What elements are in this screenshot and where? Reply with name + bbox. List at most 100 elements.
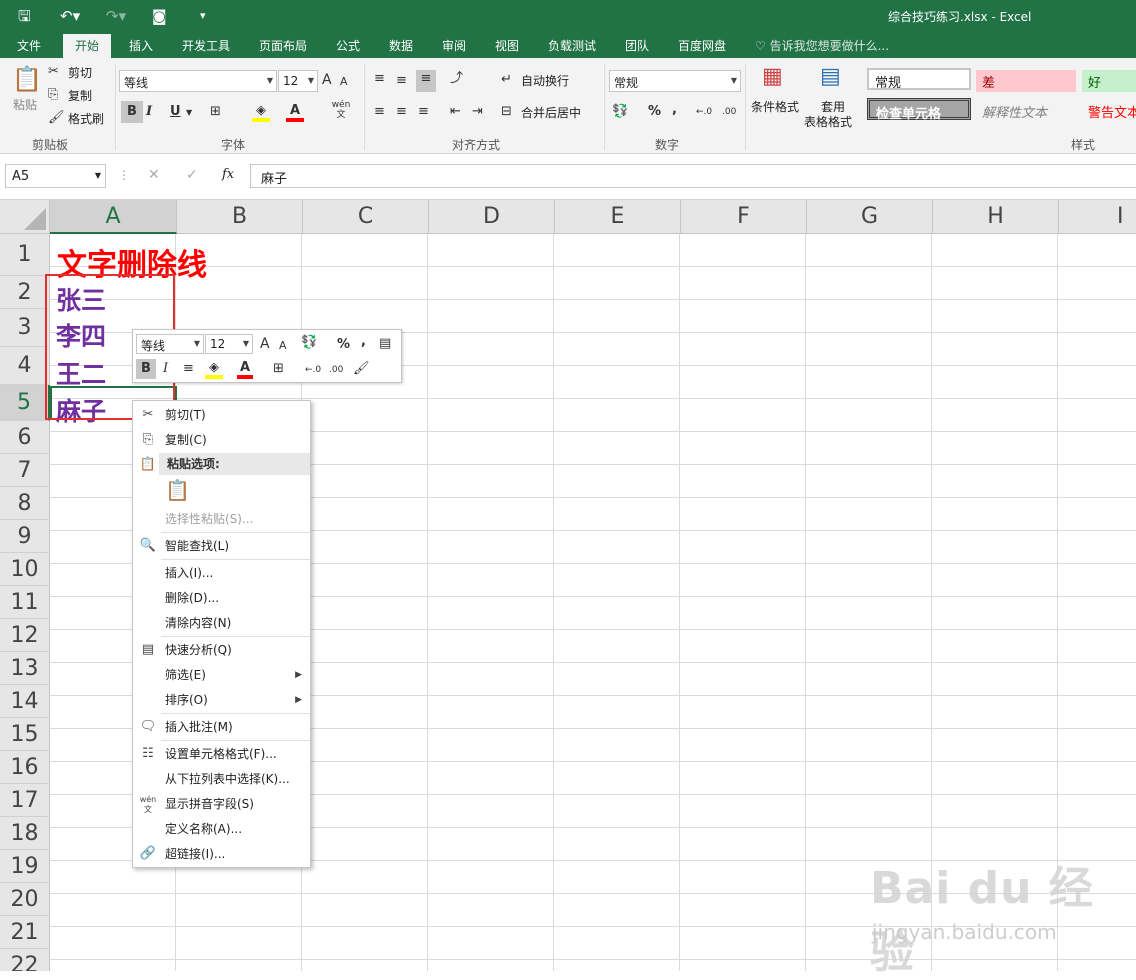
align-center-icon[interactable]: ≡ bbox=[396, 103, 407, 121]
tab-baidu-pan[interactable]: 百度网盘 bbox=[678, 37, 726, 54]
tab-formulas[interactable]: 公式 bbox=[336, 37, 360, 54]
customize-qat-icon[interactable]: ▾ bbox=[200, 6, 206, 26]
style-good[interactable]: 好 bbox=[1082, 70, 1136, 92]
underline-button[interactable]: U bbox=[170, 103, 181, 121]
menu-item-define-name[interactable]: 定义名称(A)... bbox=[133, 817, 310, 841]
style-explanatory[interactable]: 解释性文本 bbox=[976, 100, 1076, 122]
row-header-6[interactable]: 6 bbox=[0, 421, 50, 454]
tab-home[interactable]: 开始 bbox=[63, 34, 112, 58]
row-header-10[interactable]: 10 bbox=[0, 553, 50, 586]
row-header-13[interactable]: 13 bbox=[0, 652, 50, 685]
style-normal[interactable]: 常规 bbox=[867, 68, 971, 91]
style-check-cell[interactable]: 检查单元格 bbox=[867, 98, 971, 122]
row-header-15[interactable]: 15 bbox=[0, 718, 50, 751]
menu-item-delete[interactable]: 删除(D)... bbox=[133, 586, 310, 610]
comma-button[interactable]: , bbox=[672, 101, 677, 119]
column-header-b[interactable]: B bbox=[177, 200, 303, 234]
row-header-8[interactable]: 8 bbox=[0, 487, 50, 520]
name-box[interactable]: A5 ▼ bbox=[5, 164, 106, 188]
bold-button[interactable]: B bbox=[121, 101, 143, 123]
decrease-indent-icon[interactable]: ⇤ bbox=[450, 103, 461, 121]
column-header-d[interactable]: D bbox=[429, 200, 555, 234]
number-format-combo[interactable]: 常规 ▼ bbox=[609, 70, 741, 92]
row-header-1[interactable]: 1 bbox=[0, 234, 50, 276]
row-header-18[interactable]: 18 bbox=[0, 817, 50, 850]
menu-item-phonetic[interactable]: wén 文显示拼音字段(S) bbox=[133, 792, 310, 816]
comma-button[interactable]: , bbox=[361, 333, 366, 351]
borders-icon[interactable]: ⊞ bbox=[210, 103, 221, 121]
column-header-g[interactable]: G bbox=[807, 200, 933, 234]
tab-view[interactable]: 视图 bbox=[495, 37, 519, 54]
menu-item-paste-special[interactable]: 选择性粘贴(S)... bbox=[133, 507, 310, 531]
percent-button[interactable]: % bbox=[648, 103, 661, 121]
accounting-format-icon[interactable]: 💱 bbox=[612, 103, 628, 121]
italic-button[interactable]: I bbox=[146, 103, 152, 121]
menu-item-format-cells[interactable]: ☷ 设置单元格格式(F)... bbox=[133, 742, 310, 766]
grow-font-icon[interactable]: A bbox=[260, 335, 270, 353]
chevron-down-icon[interactable]: ▼ bbox=[95, 171, 101, 180]
row-header-16[interactable]: 16 bbox=[0, 751, 50, 784]
save-icon[interactable]: 🖫 bbox=[18, 6, 31, 26]
menu-item-copy[interactable]: ⎘ 复制(C) bbox=[133, 428, 310, 452]
formula-input[interactable]: 麻子 bbox=[250, 164, 1136, 188]
row-header-19[interactable]: 19 bbox=[0, 850, 50, 883]
format-as-table-button-l2[interactable]: 表格格式 bbox=[804, 113, 852, 131]
menu-item-pick-from-list[interactable]: 从下拉列表中选择(K)... bbox=[133, 767, 310, 791]
row-header-20[interactable]: 20 bbox=[0, 883, 50, 916]
column-header-h[interactable]: H bbox=[933, 200, 1059, 234]
shrink-font-icon[interactable]: A bbox=[279, 337, 287, 355]
tab-load-test[interactable]: 负载测试 bbox=[548, 37, 596, 54]
column-header-a[interactable]: A bbox=[50, 200, 177, 234]
format-painter-button[interactable]: 格式刷 bbox=[68, 110, 104, 128]
mini-font-combo[interactable]: 等线 ▼ bbox=[136, 334, 204, 354]
enter-icon[interactable]: ✓ bbox=[186, 167, 198, 183]
menu-item-quick-analysis[interactable]: ▤ 快速分析(Q) bbox=[133, 638, 310, 662]
row-header-14[interactable]: 14 bbox=[0, 685, 50, 718]
copy-button[interactable]: 复制 bbox=[68, 87, 92, 105]
row-header-5[interactable]: 5 bbox=[0, 385, 50, 421]
tab-page-layout[interactable]: 页面布局 bbox=[259, 37, 307, 54]
column-header-f[interactable]: F bbox=[681, 200, 807, 234]
increase-indent-icon[interactable]: ⇥ bbox=[472, 103, 483, 121]
font-size-combo[interactable]: 12 ▼ bbox=[278, 70, 318, 92]
row-header-4[interactable]: 4 bbox=[0, 347, 50, 385]
grow-font-icon[interactable]: A bbox=[322, 71, 332, 89]
accounting-format-icon[interactable]: 💱 bbox=[301, 334, 317, 352]
menu-item-cut[interactable]: ✂ 剪切(T) bbox=[133, 403, 310, 427]
row-header-22[interactable]: 22 bbox=[0, 949, 50, 971]
menu-item-clear-contents[interactable]: 清除内容(N) bbox=[133, 611, 310, 635]
select-all-corner[interactable] bbox=[0, 200, 50, 234]
undo-icon[interactable]: ↶▾ bbox=[60, 6, 80, 26]
font-color-icon[interactable]: A bbox=[237, 359, 253, 379]
menu-item-filter[interactable]: 筛选(E) ▶ bbox=[133, 663, 310, 687]
chevron-down-icon[interactable]: ▼ bbox=[186, 104, 192, 122]
row-header-9[interactable]: 9 bbox=[0, 520, 50, 553]
align-bottom-icon[interactable]: ≡ bbox=[416, 70, 436, 92]
menu-item-insert-comment[interactable]: 🗨 插入批注(M) bbox=[133, 715, 310, 739]
style-bad[interactable]: 差 bbox=[976, 70, 1076, 92]
bold-button[interactable]: B bbox=[136, 359, 156, 379]
redo-icon[interactable]: ↷▾ bbox=[106, 6, 126, 26]
tab-review[interactable]: 审阅 bbox=[442, 37, 466, 54]
font-color-icon[interactable]: A bbox=[286, 102, 304, 122]
row-header-12[interactable]: 12 bbox=[0, 619, 50, 652]
row-header-7[interactable]: 7 bbox=[0, 454, 50, 487]
merge-center-button[interactable]: 合并后居中 bbox=[521, 104, 581, 122]
menu-item-insert[interactable]: 插入(I)... bbox=[133, 561, 310, 585]
font-name-combo[interactable]: 等线 ▼ bbox=[119, 70, 277, 92]
borders-icon[interactable]: ⊞ bbox=[273, 360, 284, 378]
fill-color-icon[interactable]: ◈ bbox=[252, 102, 270, 122]
align-left-icon[interactable]: ≡ bbox=[374, 103, 385, 121]
format-painter-icon[interactable]: 🖌 bbox=[353, 360, 370, 378]
menu-item-hyperlink[interactable]: 🔗 超链接(I)... bbox=[133, 842, 310, 866]
column-header-e[interactable]: E bbox=[555, 200, 681, 234]
mini-size-combo[interactable]: 12 ▼ bbox=[205, 334, 253, 354]
row-header-3[interactable]: 3 bbox=[0, 309, 50, 347]
phonetic-icon[interactable]: wén 文 bbox=[330, 100, 352, 120]
row-header-21[interactable]: 21 bbox=[0, 916, 50, 949]
italic-button[interactable]: I bbox=[163, 360, 168, 378]
center-align-icon[interactable]: ≡ bbox=[183, 360, 194, 378]
row-header-2[interactable]: 2 bbox=[0, 276, 50, 309]
tell-me-box[interactable]: ♡ 告诉我您想要做什么... bbox=[755, 37, 889, 54]
tab-data[interactable]: 数据 bbox=[389, 37, 413, 54]
